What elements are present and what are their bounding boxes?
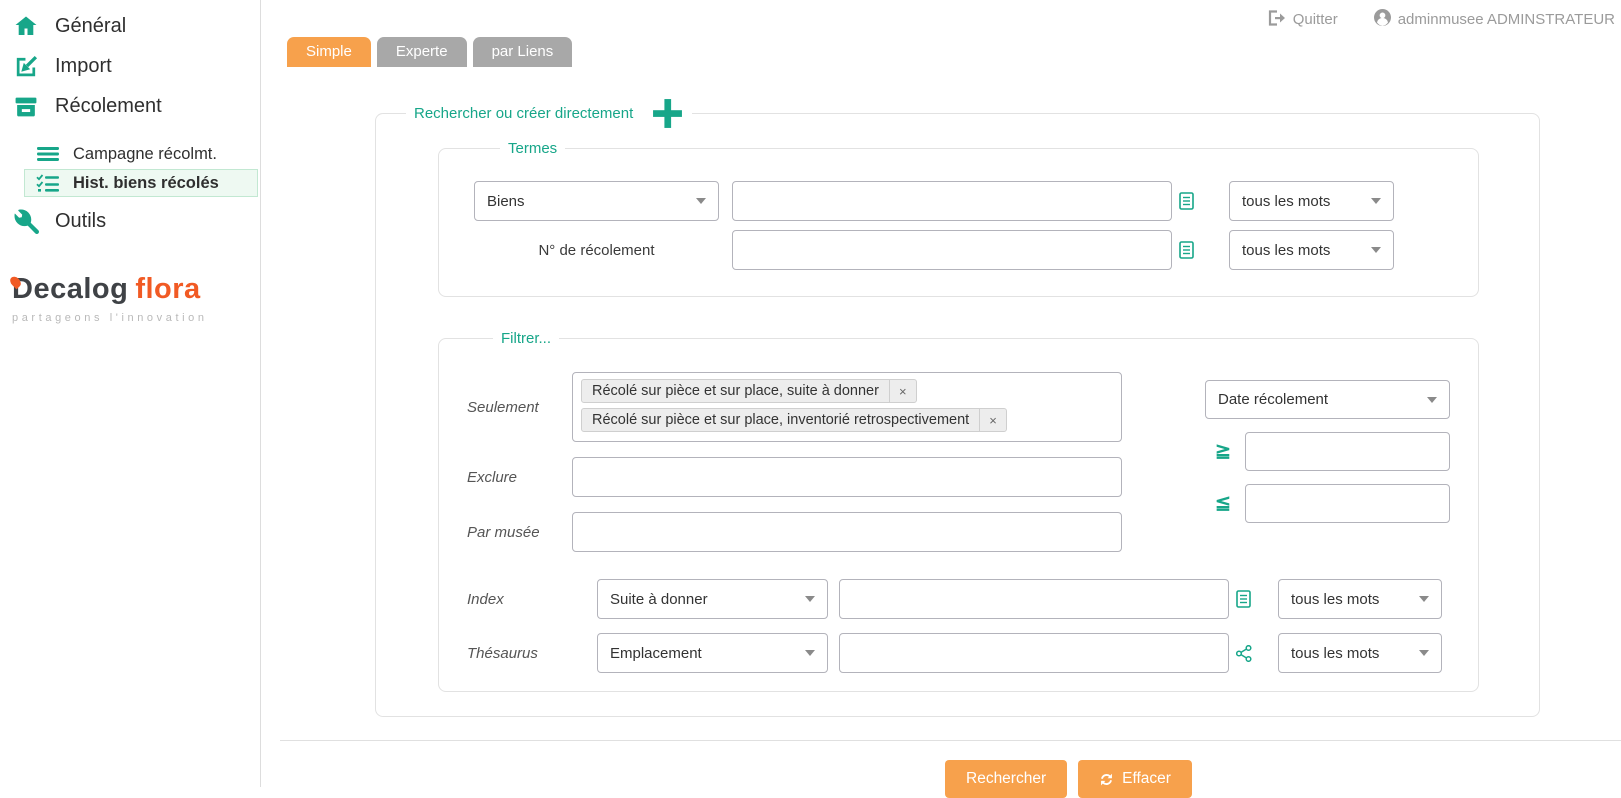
logo-brand-secondary: flora: [135, 273, 200, 306]
field-type-select[interactable]: Biens: [474, 181, 719, 221]
search-form: Rechercher ou créer directement Termes B…: [375, 97, 1540, 717]
index-input[interactable]: [839, 579, 1229, 619]
seulement-tags-field[interactable]: Récolé sur pièce et sur place, suite à d…: [572, 372, 1122, 442]
exclure-input[interactable]: [572, 457, 1122, 497]
chevron-down-icon: [1371, 247, 1381, 253]
index-label: Index: [467, 591, 572, 608]
authority-list-icon[interactable]: [1236, 590, 1253, 608]
thesaurus-label: Thésaurus: [467, 645, 572, 662]
search-form-legend: Rechercher ou créer directement: [406, 97, 692, 130]
par-musee-input[interactable]: [572, 512, 1122, 552]
archive-box-icon: [12, 93, 40, 119]
menu-lines-icon: [35, 144, 61, 164]
refresh-icon: [1099, 772, 1114, 787]
search-button[interactable]: Rechercher: [945, 760, 1067, 798]
sidebar-item-label: Hist. biens récolés: [73, 174, 219, 193]
index-field-select[interactable]: Suite à donner: [597, 579, 828, 619]
greater-equal-icon: ≧: [1205, 440, 1245, 463]
chevron-down-icon: [805, 650, 815, 656]
plus-icon: [651, 97, 684, 130]
search-mode-tabs: Simple Experte par Liens: [287, 37, 1621, 67]
tag-close-icon[interactable]: ×: [889, 380, 916, 402]
termes-section: Termes Biens: [438, 140, 1479, 297]
app-root: Général Import Récolement: [0, 0, 1621, 787]
index-match-select[interactable]: tous les mots: [1278, 579, 1442, 619]
termes-row-recolement: N° de récolement tous les mots: [474, 230, 1478, 270]
thesaurus-input[interactable]: [839, 633, 1229, 673]
sidebar: Général Import Récolement: [0, 0, 261, 787]
termes-row-biens: Biens tous les mots: [474, 181, 1478, 221]
logo-brand-primary: Decalog: [12, 273, 128, 306]
actions-bar: Rechercher Effacer: [945, 760, 1621, 798]
sidebar-item-general[interactable]: Général: [0, 6, 260, 46]
index-row: Index Suite à donner: [467, 579, 1478, 619]
date-to-input[interactable]: [1245, 484, 1450, 523]
sidebar-item-recolement[interactable]: Récolement: [0, 86, 260, 126]
termes-legend: Termes: [500, 140, 565, 157]
chevron-down-icon: [1371, 198, 1381, 204]
seulement-label: Seulement: [467, 399, 572, 416]
filtrer-section: Filtrer... Seulement Récolé sur pièce et…: [438, 330, 1479, 692]
sidebar-item-hist-biens-recoles[interactable]: Hist. biens récolés: [24, 169, 258, 197]
actions-divider: [280, 740, 1621, 741]
chevron-down-icon: [805, 596, 815, 602]
quit-label: Quitter: [1293, 11, 1338, 28]
thesaurus-tree-icon[interactable]: [1236, 645, 1253, 662]
app-logo: Decalogflora partageons l'innovation: [12, 273, 260, 324]
authority-list-icon[interactable]: [1179, 241, 1196, 259]
user-icon: [1374, 9, 1391, 30]
clear-button[interactable]: Effacer: [1078, 760, 1192, 798]
topbar: Quitter adminmusee ADMINSTRATEUR: [261, 0, 1621, 30]
match-mode-select[interactable]: tous les mots: [1229, 181, 1394, 221]
add-record-button[interactable]: [651, 97, 684, 130]
date-lte-row: ≦: [1205, 484, 1450, 523]
termes-search-input[interactable]: [732, 181, 1172, 221]
filter-tag: Récolé sur pièce et sur place, inventori…: [581, 408, 1007, 432]
chevron-down-icon: [1419, 650, 1429, 656]
tab-experte[interactable]: Experte: [377, 37, 467, 67]
checklist-icon: [35, 173, 61, 193]
main-content: Quitter adminmusee ADMINSTRATEUR Simple …: [261, 0, 1621, 787]
date-filter-panel: Date récolement ≧ ≦: [1205, 380, 1450, 523]
tab-simple[interactable]: Simple: [287, 37, 371, 67]
thesaurus-field-select[interactable]: Emplacement: [597, 633, 828, 673]
sidebar-item-import[interactable]: Import: [0, 46, 260, 86]
sidebar-item-label: Outils: [55, 210, 106, 233]
tab-par-liens[interactable]: par Liens: [473, 37, 573, 67]
par-musee-label: Par musée: [467, 524, 572, 541]
date-field-select[interactable]: Date récolement: [1205, 380, 1450, 419]
sidebar-item-campagne-recolement[interactable]: Campagne récolmt.: [24, 140, 258, 168]
date-gte-row: ≧: [1205, 432, 1450, 471]
quit-button[interactable]: Quitter: [1268, 10, 1338, 30]
thesaurus-row: Thésaurus Emplacement: [467, 633, 1478, 673]
import-icon: [12, 53, 40, 79]
tag-close-icon[interactable]: ×: [979, 409, 1006, 431]
wrench-icon: [12, 208, 40, 234]
less-equal-icon: ≦: [1205, 492, 1245, 515]
match-mode-select[interactable]: tous les mots: [1229, 230, 1394, 270]
chevron-down-icon: [1427, 397, 1437, 403]
user-label: adminmusee ADMINSTRATEUR: [1398, 11, 1615, 28]
thesaurus-match-select[interactable]: tous les mots: [1278, 633, 1442, 673]
filtrer-legend: Filtrer...: [493, 330, 559, 347]
sidebar-item-label: Import: [55, 55, 112, 78]
sidebar-item-label: Campagne récolmt.: [73, 145, 217, 164]
user-menu[interactable]: adminmusee ADMINSTRATEUR: [1374, 9, 1615, 30]
recolement-number-input[interactable]: [732, 230, 1172, 270]
filter-tag: Récolé sur pièce et sur place, suite à d…: [581, 379, 917, 403]
chevron-down-icon: [1419, 596, 1429, 602]
sidebar-item-outils[interactable]: Outils: [0, 201, 260, 241]
date-from-input[interactable]: [1245, 432, 1450, 471]
logout-icon: [1268, 10, 1286, 30]
sidebar-item-label: Général: [55, 15, 126, 38]
exclure-label: Exclure: [467, 469, 572, 486]
recolement-number-label: N° de récolement: [474, 242, 719, 259]
sidebar-submenu: Campagne récolmt. Hist. biens récolés: [0, 140, 260, 197]
sidebar-item-label: Récolement: [55, 95, 162, 118]
authority-list-icon[interactable]: [1179, 192, 1196, 210]
logo-tagline: partageons l'innovation: [12, 312, 260, 324]
chevron-down-icon: [696, 198, 706, 204]
home-icon: [12, 13, 40, 39]
